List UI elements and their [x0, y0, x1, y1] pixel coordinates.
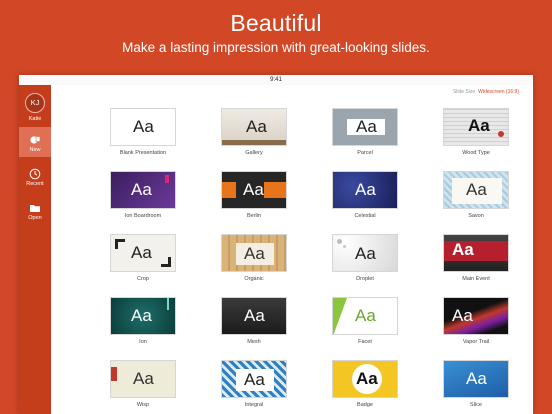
theme-name: Celestial [354, 213, 376, 219]
promo-subtitle: Make a lasting impression with great-loo… [122, 40, 430, 55]
promo-title: Beautiful [230, 10, 322, 36]
sidebar-item-new[interactable]: New [19, 127, 51, 157]
theme-thumbnail: Aa [110, 297, 176, 335]
sidebar: KJ Katie New Recent Open [19, 85, 51, 414]
theme-thumbnail: Aa [443, 171, 509, 209]
theme-sample-text: Aa [131, 243, 152, 262]
theme-thumbnail: Aa [221, 297, 287, 335]
theme-name: Integral [244, 402, 264, 408]
theme-sample-text: Aa [466, 369, 487, 388]
theme-thumbnail: Aa [332, 108, 398, 146]
theme-thumbnail: Aa [221, 234, 287, 272]
theme-sample-text: Aa [131, 180, 152, 199]
theme-thumbnail: Aa [221, 171, 287, 209]
sidebar-item-label: New [29, 147, 41, 153]
theme-thumbnail: Aa [443, 360, 509, 398]
folder-icon [30, 205, 40, 212]
theme-name: Berlin [246, 213, 262, 219]
theme-name: Main Event [462, 276, 490, 282]
sidebar-item-recent[interactable]: Recent [19, 161, 51, 191]
theme-name: Facet [358, 339, 372, 345]
theme-thumbnail: Aa [332, 360, 398, 398]
theme-sample-text: Aa [244, 244, 265, 263]
theme-name: Gallery [245, 150, 263, 156]
clock-icon [29, 168, 41, 180]
theme-name: Blank Presentation [119, 150, 167, 156]
theme-name: Savon [468, 213, 484, 219]
theme-name: Slice [470, 402, 482, 408]
theme-sample-text: Aa [468, 116, 490, 135]
theme-thumbnail: Aa [332, 297, 398, 335]
theme-name: Mesh [247, 339, 261, 345]
theme-sample-text: Aa [355, 244, 376, 263]
theme-sample-text: Aa [246, 117, 267, 136]
theme-thumbnail: Aa [221, 108, 287, 146]
theme-sample-text: Aa [356, 117, 377, 136]
theme-name: Wisp [136, 402, 150, 408]
theme-sample-text: Aa [133, 117, 154, 136]
theme-sample-text: Aa [452, 306, 473, 325]
promo-banner: Beautiful Make a lasting impression with… [0, 0, 552, 72]
theme-name: Droplet [356, 276, 374, 282]
theme-grid: Aa Blank Presentation Aa Gallery Aa Parc… [51, 85, 533, 414]
theme-thumbnail: Aa [110, 171, 176, 209]
sidebar-item-open[interactable]: Open [19, 195, 51, 225]
theme-thumbnail: Aa [110, 234, 176, 272]
theme-sample-text: Aa [131, 306, 152, 325]
theme-sample-text: Aa [244, 370, 265, 389]
theme-thumbnail: Aa [443, 297, 509, 335]
theme-thumbnail: Aa [110, 108, 176, 146]
theme-name: Wood Type [462, 150, 490, 156]
theme-sample-text: Aa [355, 180, 376, 199]
theme-thumbnail: Aa [221, 360, 287, 398]
theme-thumbnail: Aa [332, 234, 398, 272]
theme-sample-text: Aa [355, 306, 376, 325]
template-gallery: Slide Size Widescreen (16:9) Aa Blank Pre… [51, 85, 533, 414]
theme-sample-text: Aa [466, 180, 487, 199]
account-button[interactable]: KJ Katie [19, 85, 51, 123]
theme-name: Parcel [357, 150, 373, 156]
theme-sample-text: Aa [244, 306, 265, 325]
theme-thumbnail: Aa [443, 234, 509, 272]
theme-thumbnail: Aa [443, 108, 509, 146]
sidebar-item-label: Recent [26, 181, 44, 187]
theme-name: Vapor Trail [462, 339, 490, 345]
theme-name: Ion [139, 339, 147, 345]
app-window: 9:41 KJ Katie New Recent Open Slide Size… [19, 75, 533, 414]
theme-name: Organic [244, 276, 264, 282]
theme-sample-text: Aa [243, 180, 264, 199]
sidebar-item-label: Open [28, 215, 42, 221]
theme-sample-text: Aa [452, 240, 474, 259]
theme-sample-text: Aa [133, 369, 154, 388]
theme-thumbnail: Aa [110, 360, 176, 398]
status-time: 9:41 [270, 77, 282, 83]
new-document-icon [30, 136, 41, 144]
avatar: KJ [25, 93, 45, 113]
status-bar: 9:41 [19, 75, 533, 85]
user-name: Katie [28, 116, 42, 122]
theme-name: Badge [357, 402, 373, 408]
theme-name: Ion Boardroom [124, 213, 162, 219]
theme-name: Crop [137, 276, 149, 282]
theme-sample-text: Aa [356, 369, 378, 388]
theme-thumbnail: Aa [332, 171, 398, 209]
